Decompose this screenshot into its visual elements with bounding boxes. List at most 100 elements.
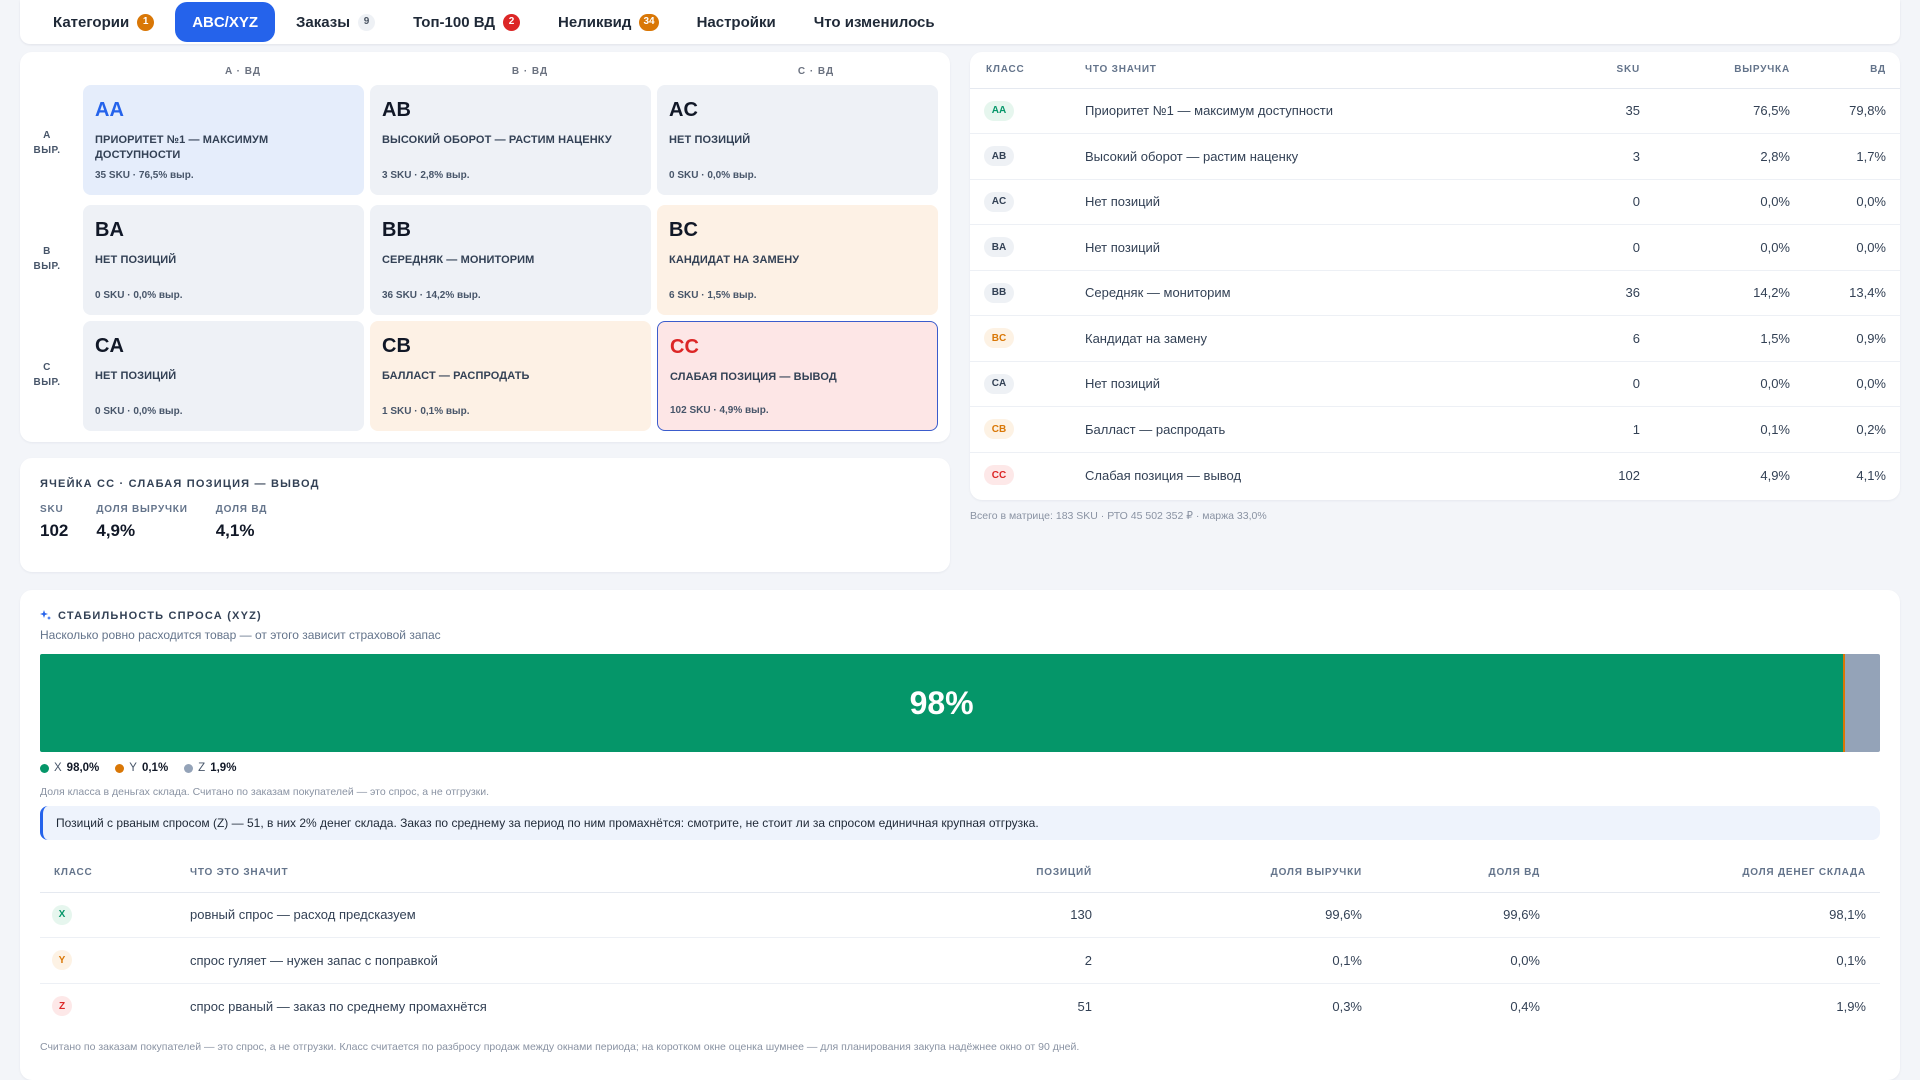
col-meaning: ЧТО ЗНАЧИТ (1085, 52, 1520, 89)
matrix-cell-cb[interactable]: CB БАЛЛАСТ — РАСПРОДАТЬ 1 SKU · 0,1% выр… (370, 321, 651, 431)
tab-label: Что изменилось (813, 13, 935, 31)
cell-description: КАНДИДАТ НА ЗАМЕНУ (669, 254, 800, 266)
meaning-cell: Нет позиций (1085, 361, 1520, 407)
cell-description: СЛАБАЯ ПОЗИЦИЯ — ВЫВОД (670, 371, 837, 383)
table-row[interactable]: BB Середняк — мониторим 36 14,2% 13,4% (970, 270, 1900, 316)
table-row[interactable]: AC Нет позиций 0 0,0% 0,0% (970, 179, 1900, 225)
table-row[interactable]: Xровный спрос — расход предсказуем 130 99,… (40, 892, 1880, 938)
meaning-cell: Кандидат на замену (1085, 315, 1520, 362)
z-warning-callout: Позиций с рваным спросом (Z) — 51, в них… (40, 806, 1880, 840)
legend-name: X (54, 762, 62, 774)
cell-description: СЕРЕДНЯК — МОНИТОРИМ (382, 254, 535, 266)
tab-categories[interactable]: Категории 1 (36, 2, 171, 42)
class-pill: X (52, 904, 72, 925)
table-row[interactable]: CA Нет позиций 0 0,0% 0,0% (970, 361, 1900, 407)
row-header-letter: B (43, 246, 51, 257)
meaning-cell: Балласт — распродать (1085, 406, 1520, 453)
selected-cell-kpis: SKU 102 ДОЛЯ ВЫРУЧКИ 4,9% ДОЛЯ ВД 4,1% (40, 504, 930, 541)
class-table-panel: КЛАСС ЧТО ЗНАЧИТ SKU ВЫРУЧКА ВД AA Приори… (970, 52, 1900, 500)
money-share-cell: 0,1% (1540, 937, 1880, 984)
table-row[interactable]: Zспрос рваный — заказ по среднему промах… (40, 983, 1880, 1029)
meaning-cell: Нет позиций (1085, 224, 1520, 271)
kpi-label: ДОЛЯ ВЫРУЧКИ (96, 504, 188, 515)
tab-settings[interactable]: Настройки (680, 2, 793, 42)
cell-code: CC (670, 336, 699, 358)
vd-cell: 0,9% (1790, 315, 1900, 362)
revenue-cell: 14,2% (1640, 270, 1790, 316)
cell-stats: 1 SKU · 0,1% выр. (382, 406, 470, 417)
meaning-cell: спрос гуляет — нужен запас с поправкой (190, 937, 892, 984)
class-cell: BA (970, 224, 1085, 271)
class-cell: Y (40, 937, 190, 984)
class-cell: X (40, 892, 190, 938)
cell-stats: 3 SKU · 2,8% выр. (382, 170, 470, 181)
cell-stats: 0 SKU · 0,0% выр. (669, 170, 757, 181)
row-header-suffix: ВЫР. (33, 377, 61, 388)
tab-orders[interactable]: Заказы 9 (279, 2, 392, 42)
matrix-cell-ca[interactable]: CA НЕТ ПОЗИЦИЙ 0 SKU · 0,0% выр. (83, 321, 364, 431)
table-row[interactable]: CC Слабая позиция — вывод 102 4,9% 4,1% (970, 452, 1900, 498)
sku-cell: 0 (1520, 224, 1640, 271)
tab-illiquid[interactable]: Неликвид 34 (541, 2, 676, 42)
xyz-legend: X 98,0% Y 0,1% Z 1,9% (40, 762, 1880, 774)
matrix-cell-aa[interactable]: AA ПРИОРИТЕТ №1 — МАКСИМУМ ДОСТУПНОСТИ 3… (83, 85, 364, 195)
row-header-a: A ВЫР. (32, 128, 62, 158)
row-header-letter: C (43, 362, 51, 373)
matrix-cell-ba[interactable]: BA НЕТ ПОЗИЦИЙ 0 SKU · 0,0% выр. (83, 205, 364, 315)
class-cell: AB (970, 133, 1085, 180)
sku-cell: 36 (1520, 270, 1640, 316)
matrix-cell-cc-selected[interactable]: CC СЛАБАЯ ПОЗИЦИЯ — ВЫВОД 102 SKU · 4,9%… (657, 321, 938, 431)
table-row[interactable]: Yспрос гуляет — нужен запас с поправкой 2… (40, 937, 1880, 984)
tab-abc-xyz[interactable]: ABC/XYZ (175, 2, 276, 42)
kpi-value: 102 (40, 521, 69, 540)
revenue-cell: 76,5% (1640, 88, 1790, 134)
legend-item-x: X 98,0% (40, 762, 99, 774)
matrix-cell-ac[interactable]: AC НЕТ ПОЗИЦИЙ 0 SKU · 0,0% выр. (657, 85, 938, 195)
xyz-share-bar: 98% (40, 654, 1880, 752)
cell-code: BB (382, 219, 411, 241)
class-cell: Z (40, 983, 190, 1029)
table-row[interactable]: CB Балласт — распродать 1 0,1% 0,2% (970, 406, 1900, 453)
col-positions: ПОЗИЦИЙ (892, 854, 1092, 893)
tab-label: Топ-100 ВД (413, 13, 496, 31)
xyz-title-text: СТАБИЛЬНОСТЬ СПРОСА (XYZ) (58, 610, 262, 622)
row-header-suffix: ВЫР. (33, 145, 61, 156)
cell-stats: 35 SKU · 76,5% выр. (95, 170, 194, 181)
tab-whats-changed[interactable]: Что изменилось (797, 2, 952, 42)
money-share-cell: 1,9% (1836, 998, 1866, 1014)
table-row[interactable]: AB Высокий оборот — растим наценку 3 2,8% 1,… (970, 133, 1900, 180)
meaning-cell: ровный спрос — расход предсказуем (190, 892, 892, 938)
revenue-cell: 1,5% (1640, 315, 1790, 362)
class-pill: CA (984, 373, 1014, 394)
col-revenue-share: ДОЛЯ ВЫРУЧКИ (1092, 854, 1362, 893)
revenue-cell: 0,0% (1640, 224, 1790, 271)
tab-top100[interactable]: Топ-100 ВД 2 (396, 2, 537, 42)
revenue-share-cell: 99,6% (1092, 892, 1362, 938)
vd-cell: 0,0% (1790, 361, 1900, 407)
matrix-cell-bc[interactable]: BC КАНДИДАТ НА ЗАМЕНУ 6 SKU · 1,5% выр. (657, 205, 938, 315)
legend-item-z: Z 1,9% (184, 762, 236, 774)
table-row[interactable]: BC Кандидат на замену 6 1,5% 0,9% (970, 315, 1900, 362)
revenue-cell: 2,8% (1640, 133, 1790, 180)
table-row[interactable]: AA Приоритет №1 — максимум доступности 35 7… (970, 88, 1900, 134)
col-revenue: ВЫРУЧКА (1640, 52, 1790, 89)
matrix-cell-bb[interactable]: BB СЕРЕДНЯК — МОНИТОРИМ 36 SKU · 14,2% в… (370, 205, 651, 315)
matrix-cell-ab[interactable]: AB ВЫСОКИЙ ОБОРОТ — РАСТИМ НАЦЕНКУ 3 SKU… (370, 85, 651, 195)
revenue-cell: 0,0% (1640, 361, 1790, 407)
table-row[interactable]: BA Нет позиций 0 0,0% 0,0% (970, 224, 1900, 271)
class-cell: CB (970, 406, 1085, 453)
row-header-letter: A (43, 130, 51, 141)
vd-cell: 13,4% (1790, 270, 1900, 316)
xyz-note: Доля класса в деньгах склада. Считано по… (40, 786, 490, 798)
tab-label: Категории (53, 13, 130, 31)
legend-dot (184, 763, 194, 773)
row-header-suffix: ВЫР. (33, 261, 61, 272)
legend-value: 98,0% (66, 762, 100, 774)
class-pill: AB (984, 146, 1014, 167)
meaning-cell: Середняк — мониторим (1085, 270, 1520, 316)
revenue-cell: 4,9% (1760, 467, 1790, 483)
cell-code: CB (382, 335, 411, 357)
class-pill: Z (52, 996, 72, 1016)
col-class: КЛАСС (970, 52, 1085, 89)
bar-segment-z (1845, 654, 1880, 752)
